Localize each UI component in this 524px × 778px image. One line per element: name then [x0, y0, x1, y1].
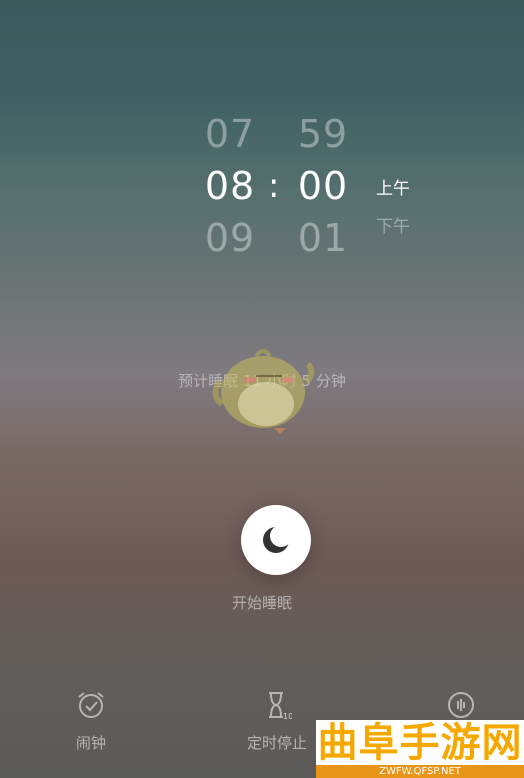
minute-next[interactable]: 01: [283, 219, 363, 257]
hour-prev[interactable]: 07: [190, 115, 270, 153]
minute-selected[interactable]: 00: [283, 167, 363, 205]
alarm-clock-icon: [78, 692, 104, 718]
watermark-logo: 曲阜手游网 ZWFW.QFSP.NET: [316, 720, 524, 778]
time-picker[interactable]: 07 08 09 : 59 00 01 上午 下午: [0, 0, 524, 280]
hourglass-timer-icon: 10: [269, 692, 292, 720]
start-sleep-label: 开始睡眠: [231, 594, 292, 612]
tab-alarm[interactable]: 闹钟: [36, 690, 146, 753]
hour-selected[interactable]: 08: [190, 167, 270, 205]
start-sleep-button[interactable]: [241, 505, 311, 575]
watermark-title: 曲阜手游网: [317, 719, 523, 766]
time-separator: :: [268, 166, 280, 206]
watermark-url: ZWFW.QFSP.NET: [316, 765, 524, 778]
hour-next[interactable]: 09: [190, 219, 270, 257]
minute-prev[interactable]: 59: [283, 115, 363, 153]
timer-badge: 10: [283, 712, 292, 720]
period-selected[interactable]: 上午: [376, 174, 426, 199]
tab-alarm-label: 闹钟: [75, 734, 106, 752]
mascot-bird-image: [208, 342, 318, 434]
sound-wave-icon: [448, 692, 474, 718]
moon-icon: [263, 525, 292, 553]
period-next[interactable]: 下午: [376, 212, 426, 237]
